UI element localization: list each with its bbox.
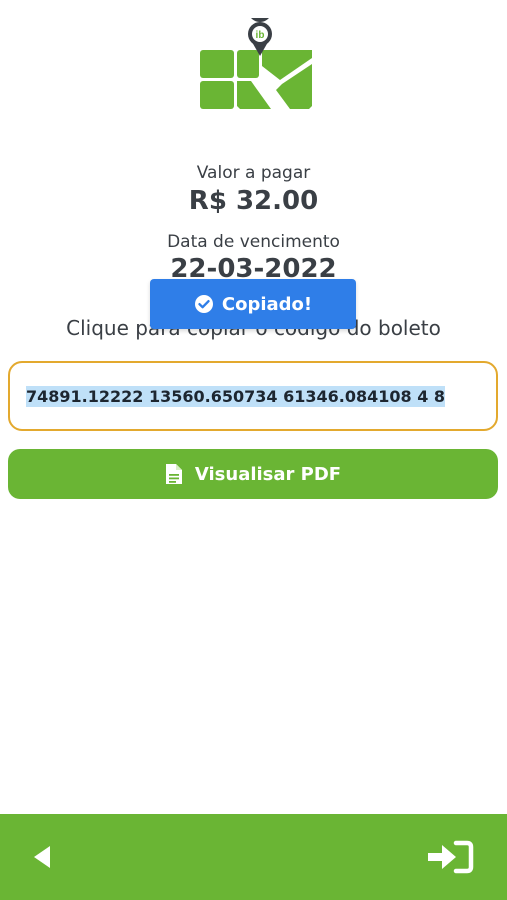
boleto-code-text[interactable]: 74891.12222 13560.650734 61346.084108 4 … <box>26 385 446 407</box>
copied-toast: Copiado! <box>150 279 356 329</box>
amount-value: R$ 32.00 <box>188 186 319 216</box>
due-date-label: Data de vencimento <box>167 232 340 252</box>
amount-label: Valor a pagar <box>196 163 311 183</box>
back-arrow-icon[interactable] <box>32 844 52 870</box>
boleto-code-field[interactable]: 74891.12222 13560.650734 61346.084108 4 … <box>8 361 498 431</box>
logo-badge-text: ib <box>256 30 265 41</box>
bottom-navigation-bar <box>0 814 507 900</box>
sign-in-icon[interactable] <box>426 840 474 874</box>
file-icon <box>165 464 182 484</box>
toast-text: Copiado! <box>221 293 313 315</box>
view-pdf-button[interactable]: Visualisar PDF <box>8 449 498 499</box>
app-logo: ib <box>200 18 312 109</box>
view-pdf-label: Visualisar PDF <box>194 463 342 485</box>
check-circle-icon <box>194 295 213 313</box>
